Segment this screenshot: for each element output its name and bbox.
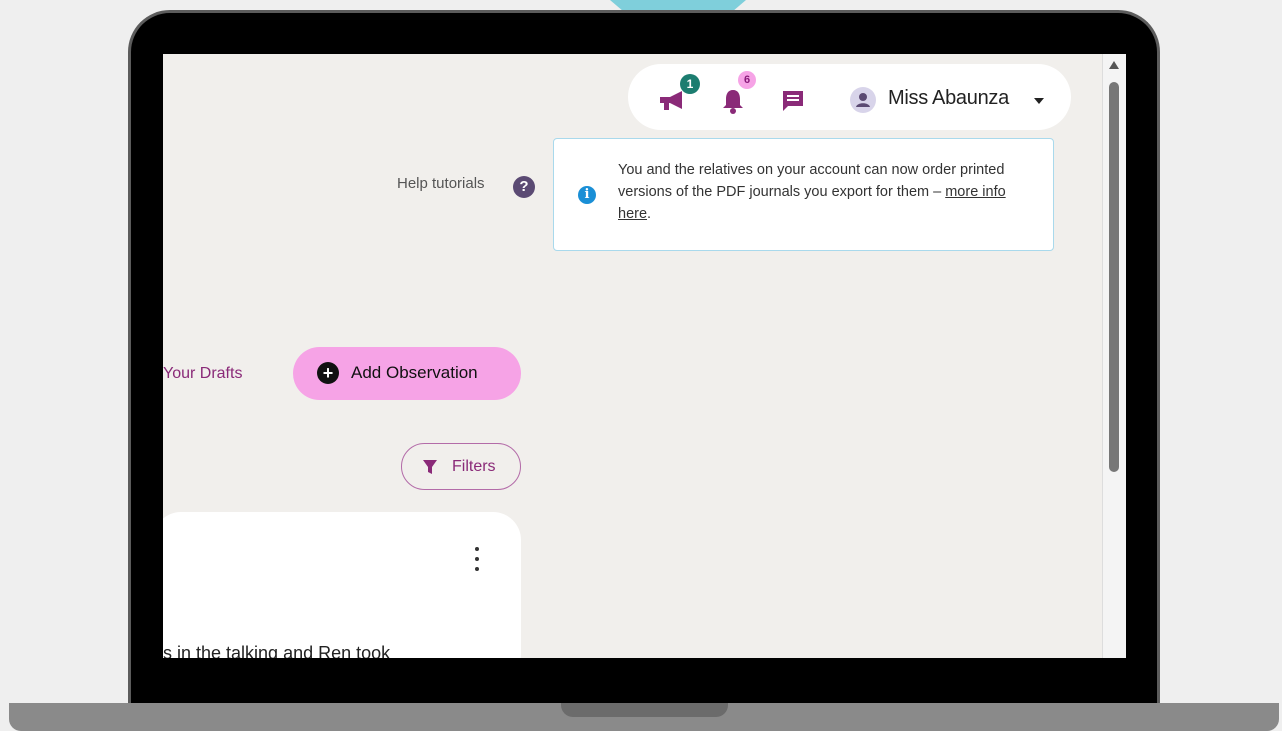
notifications-badge: 6 xyxy=(738,71,756,89)
announcements-badge: 1 xyxy=(680,74,700,94)
top-navigation-bar: 1 6 Miss Abaunza xyxy=(628,64,1071,130)
chevron-down-icon[interactable] xyxy=(1034,98,1044,104)
add-observation-button[interactable]: + Add Observation xyxy=(293,347,521,400)
person-icon xyxy=(856,93,870,107)
user-avatar-icon[interactable] xyxy=(850,87,876,113)
info-icon: i xyxy=(578,186,596,204)
question-circle-icon[interactable]: ? xyxy=(513,176,535,198)
info-notice: i You and the relatives on your account … xyxy=(553,138,1054,251)
plus-circle-icon: + xyxy=(317,362,339,384)
observation-card: s in the talking and Ren took xyxy=(163,512,521,658)
kebab-menu-icon[interactable] xyxy=(471,545,483,573)
filters-label: Filters xyxy=(452,458,496,475)
chat-icon[interactable] xyxy=(781,89,805,113)
laptop-notch xyxy=(561,703,728,717)
your-drafts-link[interactable]: Your Drafts xyxy=(163,365,242,383)
filters-button[interactable]: Filters xyxy=(401,443,521,490)
funnel-icon xyxy=(423,460,437,474)
observation-snippet: s in the talking and Ren took xyxy=(163,643,391,658)
scroll-up-icon[interactable] xyxy=(1109,61,1119,69)
user-name[interactable]: Miss Abaunza xyxy=(888,87,1009,110)
app-screen: 1 6 Miss Abaunza Help tutorials ? i You … xyxy=(163,54,1126,658)
add-observation-label: Add Observation xyxy=(351,363,478,382)
notice-text: You and the relatives on your account ca… xyxy=(618,159,1038,225)
scroll-thumb[interactable] xyxy=(1109,82,1119,472)
help-tutorials-link[interactable]: Help tutorials xyxy=(397,175,485,192)
bell-icon[interactable] xyxy=(722,88,744,114)
notice-trailing: . xyxy=(647,206,652,222)
vertical-scrollbar[interactable] xyxy=(1102,54,1126,658)
